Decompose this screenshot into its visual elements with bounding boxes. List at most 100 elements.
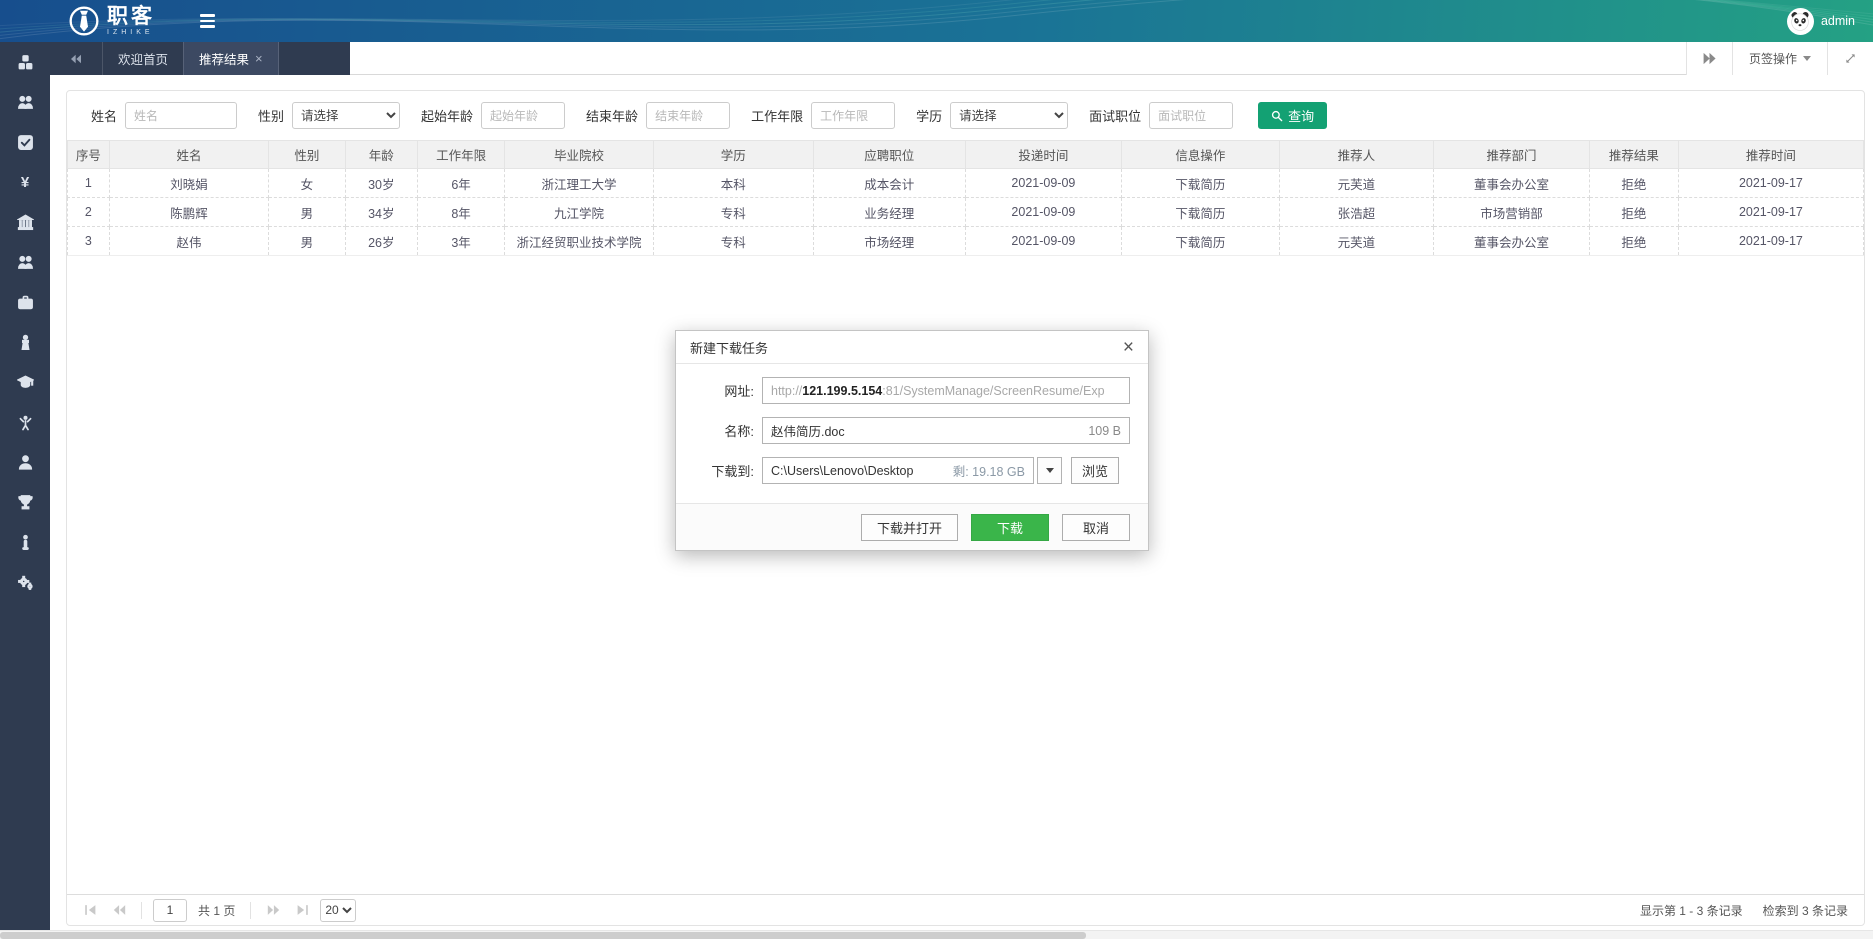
winner-person-icon (17, 414, 34, 431)
cell-recommend-result: 拒绝 (1589, 227, 1678, 256)
download-resume-link[interactable]: 下载简历 (1121, 169, 1279, 198)
sidebar-item-settings[interactable] (0, 562, 50, 602)
gender-filter-label: 性别 (258, 106, 284, 125)
sidebar-item-organization[interactable] (0, 202, 50, 242)
col-index: 序号 (68, 141, 110, 169)
cell-gender: 女 (269, 169, 345, 198)
sidebar-item-group[interactable] (0, 242, 50, 282)
scroll-tabs-right-button[interactable] (1686, 42, 1732, 75)
sidebar-item-team[interactable] (0, 82, 50, 122)
url-path: :81/SystemManage/ScreenResume/Exp (882, 384, 1104, 398)
cell-name: 陈鹏辉 (109, 198, 269, 227)
page-number-input[interactable] (153, 899, 187, 922)
trophy-icon (17, 494, 34, 511)
filename-value: 赵伟简历.doc (771, 421, 1080, 440)
prev-page-button[interactable] (108, 899, 130, 921)
url-input[interactable]: http://121.199.5.154:81/SystemManage/Scr… (762, 377, 1130, 404)
prev-page-icon (113, 904, 126, 916)
app-logo: 职客 IZHIKE (68, 0, 155, 42)
url-prefix: http:// (771, 384, 802, 398)
sidebar-item-awards[interactable] (0, 482, 50, 522)
sidebar-item-salary[interactable]: ¥ (0, 162, 50, 202)
speaker-podium-icon (17, 334, 34, 351)
dialog-title-bar: 新建下载任务 × (676, 331, 1148, 364)
cell-work-years: 8年 (418, 198, 505, 227)
cancel-button[interactable]: 取消 (1062, 514, 1130, 541)
sidebar-item-interview[interactable] (0, 322, 50, 362)
cell-recommend-dept: 董事会办公室 (1433, 227, 1589, 256)
sidebar-item-tasks[interactable] (0, 122, 50, 162)
fullscreen-toggle-button[interactable] (1827, 42, 1873, 75)
tab-welcome-home[interactable]: 欢迎首页 (102, 42, 183, 75)
sidebar-item-achievement[interactable] (0, 402, 50, 442)
search-button[interactable]: 查询 (1258, 102, 1327, 129)
page-size-select[interactable]: 20 (320, 899, 356, 922)
hamburger-menu-icon[interactable] (200, 0, 226, 42)
download-button[interactable]: 下载 (971, 514, 1049, 541)
interview-position-filter-input[interactable] (1149, 102, 1233, 129)
cell-school: 浙江经贸职业技术学院 (505, 227, 654, 256)
cell-school: 浙江理工大学 (505, 169, 654, 198)
cell-gender: 男 (269, 198, 345, 227)
col-recommend-result: 推荐结果 (1589, 141, 1678, 169)
dialog-close-icon[interactable]: × (1123, 338, 1134, 357)
start-age-filter-input[interactable] (481, 102, 565, 129)
cell-education: 专科 (653, 198, 813, 227)
user-icon (17, 454, 34, 471)
cell-school: 九江学院 (505, 198, 654, 227)
user-menu[interactable]: admin (1787, 0, 1855, 42)
education-filter-label: 学历 (916, 106, 942, 125)
gender-filter-select[interactable]: 请选择 (292, 102, 400, 129)
next-page-button[interactable] (262, 899, 284, 921)
close-tab-icon[interactable]: × (255, 52, 263, 65)
url-host: 121.199.5.154 (802, 384, 882, 398)
start-age-filter-label: 起始年龄 (421, 106, 473, 125)
end-age-filter-input[interactable] (646, 102, 730, 129)
filename-label: 名称: (688, 421, 754, 440)
gears-icon (17, 574, 34, 591)
cell-applied-position: 业务经理 (813, 198, 965, 227)
caret-down-icon (1046, 468, 1054, 473)
sidebar-item-profile[interactable] (0, 442, 50, 482)
cell-education: 本科 (653, 169, 813, 198)
filename-input[interactable]: 赵伟简历.doc 109 B (762, 417, 1130, 444)
col-age: 年龄 (345, 141, 418, 169)
browse-button[interactable]: 浏览 (1071, 457, 1119, 484)
work-years-filter-input[interactable] (811, 102, 895, 129)
double-right-arrow-icon (1703, 53, 1716, 64)
table-row: 1 刘晓娟 女 30岁 6年 浙江理工大学 本科 成本会计 2021-09-09… (68, 169, 1864, 198)
education-filter-select[interactable]: 请选择 (950, 102, 1068, 129)
download-resume-link[interactable]: 下载简历 (1121, 227, 1279, 256)
total-records-text: 检索到 3 条记录 (1763, 902, 1848, 919)
horizontal-scrollbar[interactable] (0, 930, 1873, 939)
last-page-button[interactable] (291, 899, 313, 921)
scroll-tabs-left-button[interactable] (50, 42, 102, 75)
cell-index: 1 (68, 169, 110, 198)
scrollbar-thumb[interactable] (0, 932, 1086, 939)
tab-operations-dropdown[interactable]: 页签操作 (1732, 42, 1827, 75)
cell-age: 26岁 (345, 227, 418, 256)
logo-text: 职客 (107, 5, 155, 28)
destination-label: 下载到: (688, 461, 754, 480)
sidebar-item-modules[interactable] (0, 42, 50, 82)
download-and-open-button[interactable]: 下载并打开 (861, 514, 958, 541)
sidebar-item-about[interactable] (0, 522, 50, 562)
tab-recommend-results[interactable]: 推荐结果 × (183, 42, 279, 75)
cell-recommend-dept: 市场营销部 (1433, 198, 1589, 227)
path-dropdown-button[interactable] (1037, 457, 1062, 484)
yuan-icon: ¥ (21, 174, 29, 191)
col-school: 毕业院校 (505, 141, 654, 169)
file-size: 109 B (1088, 424, 1121, 438)
cell-recommend-time: 2021-09-17 (1678, 227, 1863, 256)
first-page-button[interactable] (79, 899, 101, 921)
sidebar-item-jobs[interactable] (0, 282, 50, 322)
download-path-input[interactable]: C:\Users\Lenovo\Desktop 剩: 19.18 GB (762, 457, 1034, 484)
col-info-action: 信息操作 (1121, 141, 1279, 169)
cell-recommend-time: 2021-09-17 (1678, 169, 1863, 198)
col-work-years: 工作年限 (418, 141, 505, 169)
cubes-icon (17, 54, 34, 71)
name-filter-input[interactable] (125, 102, 237, 129)
col-name: 姓名 (109, 141, 269, 169)
sidebar-item-education[interactable] (0, 362, 50, 402)
download-resume-link[interactable]: 下载简历 (1121, 198, 1279, 227)
